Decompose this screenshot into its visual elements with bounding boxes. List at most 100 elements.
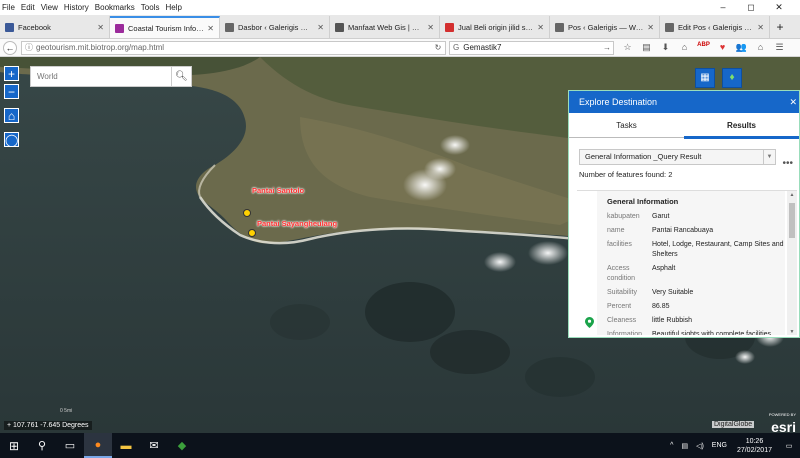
scroll-thumb[interactable] — [789, 203, 795, 238]
attribute-row: Access condition Asphalt — [607, 264, 785, 284]
network-icon[interactable]: ▤ — [681, 442, 688, 450]
app-button[interactable]: ◆ — [168, 433, 196, 458]
map-search-button[interactable]: 🔍︎ — [171, 67, 191, 86]
browser-window: File Edit View History Bookmarks Tools H… — [0, 0, 800, 458]
people-icon[interactable]: 👥 — [732, 42, 751, 53]
tab-close-icon[interactable]: ✕ — [427, 23, 434, 32]
tab-close-icon[interactable]: ✕ — [97, 23, 104, 32]
file-explorer-button[interactable]: ▬ — [112, 433, 140, 458]
more-options-button[interactable]: ••• — [782, 158, 793, 169]
maximize-button[interactable]: ◻ — [740, 0, 762, 15]
home-icon[interactable]: ⌂ — [675, 42, 694, 53]
tab-title: Facebook — [18, 22, 51, 32]
query-result-value: General Information _Query Result — [585, 152, 702, 161]
result-attributes: kabupaten Garut name Pantai Rancabuaya facil… — [607, 212, 785, 335]
map-view[interactable]: + − ⌂ ◯ 🔍︎ ▦ ♦ Pantai Santolo Pantai Say… — [0, 57, 800, 433]
address-bar[interactable]: ⓘ geotourism.mit.biotrop.org/map.html ↻ — [21, 40, 446, 55]
tab-tasks[interactable]: Tasks — [569, 121, 684, 135]
tray-chevron-icon[interactable]: ^ — [670, 442, 673, 449]
home-extent-button[interactable]: ⌂ — [4, 108, 19, 123]
clock[interactable]: 10:26 27/02/2017 — [737, 437, 772, 455]
search-go-icon[interactable]: → — [601, 43, 613, 52]
info-icon[interactable]: ⓘ — [25, 42, 33, 53]
browser-tab[interactable]: Pos ‹ Galerigis — WordPr...✕ — [550, 16, 660, 38]
zoom-out-button[interactable]: − — [4, 84, 19, 99]
esri-wordmark: esri — [771, 419, 796, 433]
map-search-input[interactable] — [31, 67, 171, 86]
menu-view[interactable]: View — [41, 3, 58, 12]
adblock-icon[interactable]: ABP — [694, 42, 713, 53]
minimize-button[interactable]: – — [712, 0, 734, 15]
windows-taskbar: ⊞ ⚲ ▭ ● ▬ ✉ ◆ ^ ▤ ◁) ENG 10:26 27/02/201… — [0, 433, 800, 458]
mail-button[interactable]: ✉ — [140, 433, 168, 458]
tab-close-icon[interactable]: ✕ — [207, 24, 214, 33]
search-bar[interactable]: G Gemastik7 → — [449, 40, 614, 55]
menu-bar: File Edit View History Bookmarks Tools H… — [0, 0, 800, 15]
start-button[interactable]: ⊞ — [0, 433, 28, 458]
browser-tab[interactable]: Facebook ✕ — [0, 16, 110, 38]
result-pin-icon[interactable] — [585, 317, 594, 328]
attribute-row: Information Beautiful sights with complet… — [607, 330, 785, 335]
esri-logo: POWERED BY esri — [769, 409, 796, 433]
bookmark-star-icon[interactable]: ☆ — [618, 42, 637, 53]
menu-tools[interactable]: Tools — [141, 3, 160, 12]
query-result-select[interactable]: General Information _Query Result ▼ — [579, 149, 776, 165]
language-indicator[interactable]: ENG — [712, 442, 727, 449]
attribute-key: name — [607, 227, 625, 234]
tab-favicon-icon — [5, 22, 14, 32]
locate-button[interactable]: ◯ — [4, 132, 19, 147]
volume-icon[interactable]: ◁) — [696, 442, 704, 450]
search-bar-value[interactable]: Gemastik7 — [463, 43, 501, 52]
task-view-icon: ▭ — [64, 440, 76, 452]
search-icon: ⚲ — [37, 440, 47, 452]
marker-pantai-santolo[interactable] — [243, 209, 251, 217]
tab-title: Jual Beli origin jilid sp... — [458, 22, 535, 32]
scroll-up-icon[interactable]: ▲ — [787, 192, 797, 198]
browser-tab[interactable]: Coastal Tourism Infor... ✕ — [110, 16, 220, 38]
tab-title: Edit Pos ‹ Galerigis — Wo... — [678, 22, 754, 32]
tab-close-icon[interactable]: ✕ — [757, 23, 764, 32]
menu-bookmarks[interactable]: Bookmarks — [95, 3, 135, 12]
house-icon[interactable]: ⌂ — [751, 42, 770, 53]
downloads-icon[interactable]: ⬇ — [656, 42, 675, 53]
explore-destination-button[interactable]: ♦ — [722, 68, 742, 88]
panel-close-button[interactable]: ✕ — [789, 91, 797, 113]
firefox-taskbar-button[interactable]: ● — [84, 433, 112, 458]
search-engine-icon[interactable]: G — [453, 43, 459, 52]
browser-tab[interactable]: Edit Pos ‹ Galerigis — Wo...✕ — [660, 16, 770, 38]
reading-list-icon[interactable]: ▤ — [637, 42, 656, 53]
back-button[interactable]: ← — [3, 40, 17, 55]
attribute-value: 86.85 — [652, 303, 670, 310]
tab-close-icon[interactable]: ✕ — [317, 23, 324, 32]
reload-icon[interactable]: ↻ — [431, 43, 445, 52]
url-text[interactable]: geotourism.mit.biotrop.org/map.html — [36, 43, 431, 52]
task-view-button[interactable]: ▭ — [56, 433, 84, 458]
pocket-icon[interactable]: ♥ — [713, 42, 732, 53]
notification-icon[interactable]: ▭ — [780, 442, 798, 450]
marker-pantai-sayangheulang[interactable] — [248, 229, 256, 237]
locate-icon: ◯ — [5, 133, 19, 147]
browser-tab[interactable]: Jual Beli origin jilid sp... ✕ — [440, 16, 550, 38]
tab-close-icon[interactable]: ✕ — [537, 23, 544, 32]
tab-close-icon[interactable]: ✕ — [647, 23, 654, 32]
basemap-gallery-button[interactable]: ▦ — [695, 68, 715, 88]
explore-destination-panel: Explore Destination ✕ Tasks Results Gene… — [568, 90, 800, 338]
browser-tab[interactable]: Dasbor ‹ Galerigis — Wor...✕ — [220, 16, 330, 38]
search-taskbar-button[interactable]: ⚲ — [28, 433, 56, 458]
browser-tab[interactable]: Manfaat Web Gis | Ga... ✕ — [330, 16, 440, 38]
chevron-down-icon[interactable]: ▼ — [763, 150, 775, 164]
tab-results[interactable]: Results — [684, 121, 799, 135]
results-scrollbar[interactable]: ▲ ▼ — [787, 191, 797, 335]
new-tab-button[interactable]: + — [770, 16, 790, 38]
menu-hamburger-icon[interactable]: ☰ — [770, 42, 789, 53]
attribute-value: Hotel, Lodge, Restaurant, Camp Sites and… — [652, 241, 784, 258]
menu-file[interactable]: File — [2, 3, 15, 12]
menu-edit[interactable]: Edit — [21, 3, 35, 12]
result-item[interactable]: General Information kabupaten Garut name Pa… — [597, 191, 785, 335]
scroll-down-icon[interactable]: ▼ — [787, 329, 797, 335]
zoom-in-button[interactable]: + — [4, 66, 19, 81]
close-window-button[interactable]: ✕ — [768, 0, 790, 15]
menu-history[interactable]: History — [64, 3, 89, 12]
attribute-key: Percent — [607, 303, 632, 310]
menu-help[interactable]: Help — [165, 3, 181, 12]
